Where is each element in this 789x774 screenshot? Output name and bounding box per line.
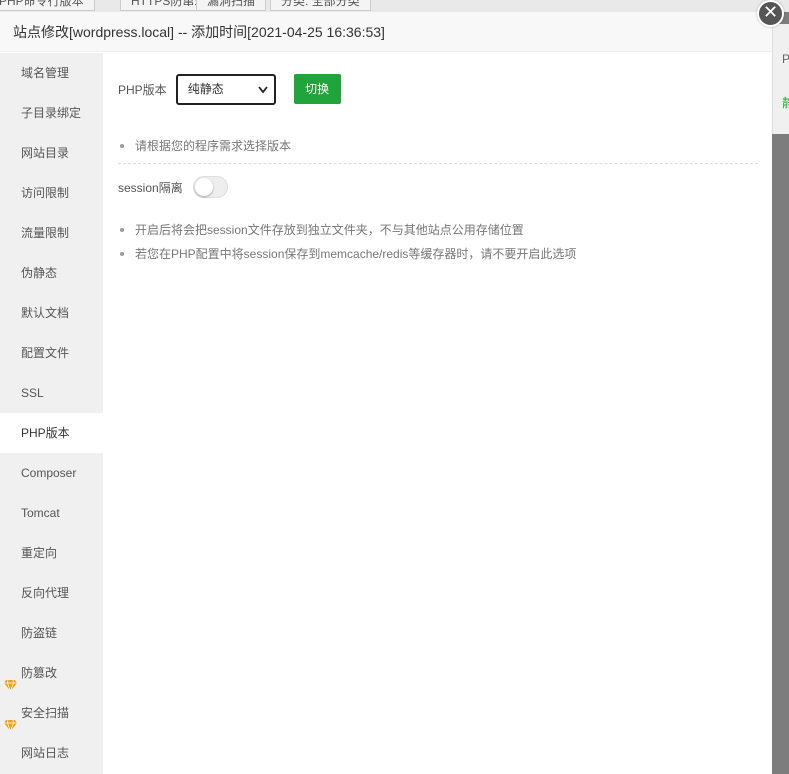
sidebar-item-access-limit[interactable]: 访问限制: [0, 173, 103, 213]
sidebar-item-label: Composer: [21, 466, 77, 480]
sidebar-item-tomcat[interactable]: Tomcat: [0, 493, 103, 533]
php-version-row: PHP版本 纯静态 切换: [118, 73, 341, 105]
php-version-select[interactable]: 纯静态: [175, 73, 276, 105]
session-isolation-toggle[interactable]: [192, 176, 228, 198]
php-version-label: PHP版本: [118, 82, 167, 97]
sidebar-item-composer[interactable]: Composer: [0, 453, 103, 493]
sidebar-item-label: 流量限制: [21, 226, 70, 240]
gem-icon: [4, 707, 17, 732]
session-isolation-label: session隔离: [118, 180, 183, 195]
sidebar-item-default-doc[interactable]: 默认文档: [0, 293, 103, 333]
sidebar-item-label: 防篡改: [21, 666, 58, 680]
background-page-right: P 静: [772, 12, 789, 774]
sidebar-item-label: 默认文档: [21, 306, 70, 320]
sidebar-item-label: 子目录绑定: [21, 106, 82, 120]
gem-icon: [4, 667, 17, 692]
sidebar-item-ssl[interactable]: SSL: [0, 373, 103, 413]
sidebar-item-label: 访问限制: [21, 186, 70, 200]
session-tip-2: 若您在PHP配置中将session保存到memcache/redis等缓存器时，…: [119, 247, 577, 261]
php-version-panel: PHP版本 纯静态 切换 请根据您的程序需求选择版本 session隔离 开启后…: [103, 53, 772, 774]
toggle-knob: [194, 178, 213, 196]
sidebar-item-label: 反向代理: [21, 586, 70, 600]
modal-title: 站点修改[wordpress.local] -- 添加时间[2021-04-25…: [0, 12, 772, 52]
sidebar-item-label: PHP版本: [21, 426, 70, 440]
sidebar-item-hotlink[interactable]: 防盗链: [0, 613, 103, 653]
sidebar-item-label: 配置文件: [21, 346, 70, 360]
session-tip-1: 开启后将会把session文件存放到独立文件夹，不与其他站点公用存储位置: [120, 223, 524, 237]
php-version-tip: 请根据您的程序需求选择版本: [119, 139, 292, 153]
sidebar-item-site-log[interactable]: 网站日志: [0, 733, 103, 773]
sidebar: 域名管理子目录绑定网站目录访问限制流量限制伪静态默认文档配置文件 SSL PHP版本…: [0, 53, 103, 774]
sidebar-item-label: SSL: [21, 386, 44, 400]
close-icon[interactable]: ✕: [757, 0, 784, 27]
switch-button[interactable]: 切换: [293, 74, 341, 104]
bg-tab-vuln-scan: 漏洞扫描: [196, 0, 267, 11]
sidebar-item-site-dir[interactable]: 网站目录: [0, 133, 103, 173]
php-version-selected: 纯静态: [187, 81, 224, 96]
sidebar-item-subdir[interactable]: 子目录绑定: [0, 93, 103, 133]
chevron-down-icon: [257, 80, 268, 111]
sidebar-item-config-file[interactable]: 配置文件: [0, 333, 103, 373]
bg-text-p: P: [782, 52, 789, 66]
sidebar-item-security-scan[interactable]: 安全扫描: [0, 693, 103, 733]
sidebar-item-rewrite[interactable]: 伪静态: [0, 253, 103, 293]
sidebar-item-php-version[interactable]: PHP版本: [0, 413, 103, 453]
sidebar-item-redirect[interactable]: 重定向: [0, 533, 103, 573]
background-panel: P 静: [772, 24, 789, 134]
background-tab-strip: PHP命令行版本 HTTPS防窜站 漏洞扫描 分类: 全部分类: [0, 0, 789, 12]
sidebar-item-label: 网站日志: [21, 746, 70, 760]
sidebar-item-label: 安全扫描: [21, 706, 70, 720]
sidebar-item-label: 重定向: [21, 546, 58, 560]
bg-text-static: 静: [782, 96, 789, 110]
sidebar-item-tamper-proof[interactable]: 防篡改: [0, 653, 103, 693]
divider: [118, 163, 758, 164]
sidebar-item-label: 网站目录: [21, 146, 70, 160]
sidebar-item-label: Tomcat: [21, 506, 60, 520]
sidebar-item-traffic-limit[interactable]: 流量限制: [0, 213, 103, 253]
bg-tab-category: 分类: 全部分类: [270, 0, 371, 11]
session-row: session隔离: [118, 175, 228, 199]
sidebar-item-label: 防盗链: [21, 626, 58, 640]
sidebar-item-reverse-proxy[interactable]: 反向代理: [0, 573, 103, 613]
sidebar-item-label: 域名管理: [21, 66, 70, 80]
sidebar-item-label: 伪静态: [21, 266, 58, 280]
bg-tab-php-cli: PHP命令行版本: [0, 0, 95, 11]
site-settings-modal: 站点修改[wordpress.local] -- 添加时间[2021-04-25…: [0, 12, 772, 774]
sidebar-item-domain[interactable]: 域名管理: [0, 53, 103, 93]
